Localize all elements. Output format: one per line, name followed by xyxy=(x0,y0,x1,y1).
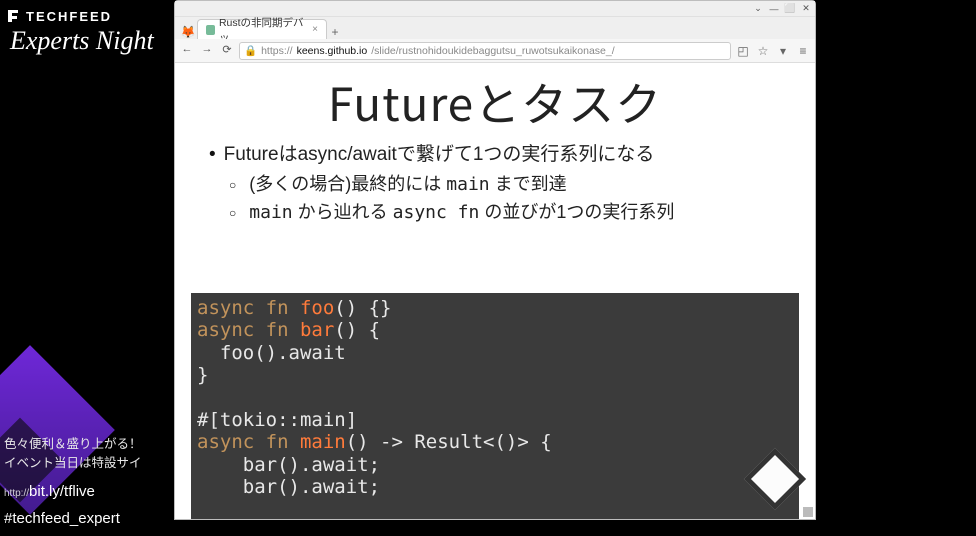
code-text: () -> Result<()> { xyxy=(346,431,552,453)
firefox-icon[interactable]: 🦊 xyxy=(179,25,197,39)
browser-toolbar: ← → ⟳ 🔒 https:// keens.github.io/slide/ru… xyxy=(175,39,815,63)
code-kw: async xyxy=(197,319,254,341)
code-kw: fn xyxy=(254,431,288,453)
techfeed-logo-icon xyxy=(6,8,22,24)
nav-reload-icon[interactable]: ⟳ xyxy=(219,43,235,59)
bullet-2-code: main xyxy=(446,174,489,195)
bullet-3-text2: の並びが1つの実行系列 xyxy=(479,202,674,222)
brand-block: TECHFEED Experts Night xyxy=(0,0,174,56)
overlay-line2: イベント当日は特設サイ xyxy=(4,454,172,473)
pocket-icon[interactable]: ◰ xyxy=(735,44,751,58)
code-text: #[tokio::main] xyxy=(197,409,357,431)
window-close-icon[interactable]: ✕ xyxy=(801,4,811,14)
overlay-bottom: 色々便利＆盛り上がる！ イベント当日は特設サイ http://bit.ly/tf… xyxy=(4,435,172,530)
code-text: () { xyxy=(334,319,380,341)
page-viewport: Futureとタスク Futureはasync/awaitで繋げて1つの実行系列… xyxy=(175,63,815,519)
code-text: } xyxy=(197,364,208,386)
tab-close-icon[interactable]: × xyxy=(312,24,318,35)
code-fn: main xyxy=(289,431,346,453)
brand-sub: Experts Night xyxy=(6,26,168,56)
code-text: bar().await; xyxy=(197,476,380,498)
code-kw: async xyxy=(197,431,254,453)
bullet-2: (多くの場合)最終的には main まで到達 xyxy=(229,170,805,196)
url-bar[interactable]: 🔒 https:// keens.github.io/slide/rustnohi… xyxy=(239,42,731,60)
url-scheme: https:// xyxy=(261,45,293,57)
code-block: async fn foo() {} async fn bar() { foo()… xyxy=(191,293,799,519)
overlay-link[interactable]: http://bit.ly/tflive xyxy=(4,480,172,503)
window-dropdown-icon[interactable]: ⌄ xyxy=(753,4,763,14)
hamburger-menu-icon[interactable]: ≡ xyxy=(795,44,811,58)
bullet-1: Futureはasync/awaitで繋げて1つの実行系列になる xyxy=(209,139,805,166)
code-kw: fn xyxy=(254,297,288,319)
window-maximize-icon[interactable]: ⬜ xyxy=(785,4,795,14)
code-text: () {} xyxy=(334,297,391,319)
bookmark-star-icon[interactable]: ☆ xyxy=(755,44,771,58)
code-fn: bar xyxy=(289,319,335,341)
tab-strip: 🦊 Rustの非同期デバッ × + xyxy=(175,17,815,39)
browser-tab[interactable]: Rustの非同期デバッ × xyxy=(197,19,327,39)
lock-icon: 🔒 xyxy=(244,44,257,57)
code-text: bar().await; xyxy=(197,454,380,476)
event-overlay: TECHFEED Experts Night 色々便利＆盛り上がる！ イベント当… xyxy=(0,0,174,536)
code-kw: fn xyxy=(254,319,288,341)
nav-back-icon[interactable]: ← xyxy=(179,43,195,59)
bullet-2-text: (多くの場合)最終的には xyxy=(249,174,446,194)
overlay-link-text: bit.ly/tflive xyxy=(29,483,95,500)
bullet-2-tail: まで到達 xyxy=(490,174,567,194)
tab-favicon-icon xyxy=(206,25,215,35)
brand-name: TECHFEED xyxy=(26,9,112,24)
url-host: keens.github.io xyxy=(297,45,368,57)
overlay-link-proto: http:// xyxy=(4,488,29,499)
bullet-3-code1: main xyxy=(249,202,292,223)
bullet-3-code2: async fn xyxy=(393,202,480,223)
slide-bullets: Futureはasync/awaitで繋げて1つの実行系列になる (多くの場合)… xyxy=(185,139,805,224)
new-tab-button[interactable]: + xyxy=(327,25,343,39)
code-fn: foo xyxy=(289,297,335,319)
window-minimize-icon[interactable]: — xyxy=(769,4,779,14)
code-kw: async xyxy=(197,297,254,319)
url-path: /slide/rustnohidoukidebaggutsu_ruwotsuka… xyxy=(371,45,614,57)
slide: Futureとタスク Futureはasync/awaitで繋げて1つの実行系列… xyxy=(175,63,815,224)
code-text: foo().await xyxy=(197,342,346,364)
download-icon[interactable]: ▾ xyxy=(775,44,791,58)
overlay-line1: 色々便利＆盛り上がる！ xyxy=(4,435,172,454)
slide-title: Futureとタスク xyxy=(185,69,805,135)
scrollbar-corner[interactable] xyxy=(803,507,813,517)
nav-forward-icon[interactable]: → xyxy=(199,43,215,59)
bullet-3-text1: から辿れる xyxy=(293,202,393,222)
browser-window: ⌄ — ⬜ ✕ 🦊 Rustの非同期デバッ × + ← → ⟳ 🔒 https:… xyxy=(174,0,816,520)
overlay-hashtag: #techfeed_expert xyxy=(4,507,172,530)
bullet-3: main から辿れる async fn の並びが1つの実行系列 xyxy=(229,198,805,224)
